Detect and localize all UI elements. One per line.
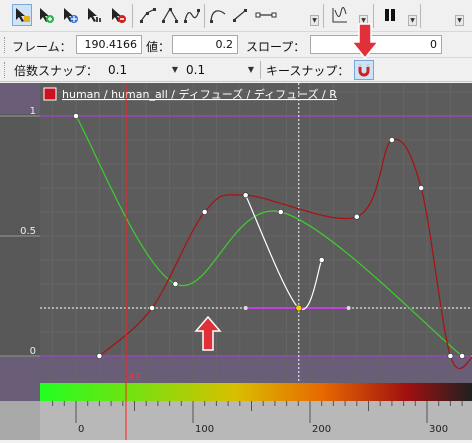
key-delete-tool-icon — [112, 8, 126, 23]
heat-bar-left-cap — [0, 383, 40, 401]
keyframe[interactable] — [73, 113, 79, 119]
graph-editor-toolbar: ▼ ▼ ▼ ▼ — [0, 0, 472, 32]
toolbar-separator — [420, 4, 421, 28]
tangent-step-button[interactable] — [254, 4, 278, 26]
chevron-down-icon: ▼ — [171, 65, 178, 74]
toolbar-separator — [323, 4, 324, 28]
key-value-bar: フレーム： 190.4166 値： 0.2 スロープ： 0 — [0, 32, 472, 58]
tangent-straight-button[interactable] — [230, 4, 250, 26]
x-tick-label: 100 — [195, 424, 214, 435]
y-tick-label: 0.5 — [20, 226, 36, 237]
keyframe[interactable] — [353, 213, 360, 220]
curve-graph[interactable]: 1 0.5 0 human / human_all / ディフューズ / ディフュー… — [0, 83, 472, 440]
annotation-down-arrow — [350, 23, 380, 60]
tangent-ease-button[interactable] — [208, 4, 228, 26]
selected-keyframe[interactable] — [295, 304, 303, 312]
value-heat-bar — [40, 383, 472, 401]
snap-y-value: 0.1 — [186, 63, 206, 77]
x-tick-label: 200 — [312, 424, 331, 435]
curve-path-label[interactable]: human / human_all / ディフューズ / ディフューズ / R — [62, 87, 337, 101]
time-ruler-corner — [0, 401, 40, 440]
tangent-spline-button[interactable] — [182, 4, 202, 26]
tangent-step-icon — [255, 12, 277, 18]
snap-y-select[interactable]: 0.1 ▼ — [186, 61, 256, 79]
y-tick-label: 0 — [30, 346, 36, 357]
snap-bar: 倍数スナップ： 0.1 ▼ 0.1 ▼ キースナップ： — [0, 58, 472, 82]
tangent-dropdown-button[interactable]: ▼ — [310, 15, 319, 26]
toolbar-separator — [260, 61, 261, 79]
toolbar-grip[interactable] — [4, 37, 8, 53]
key-move-tool-icon — [64, 8, 78, 23]
snap-x-value: 0.1 — [108, 63, 128, 77]
frame-field[interactable]: 190.4166 — [76, 35, 142, 54]
multiple-snap-label: 倍数スナップ： — [14, 64, 99, 78]
tangent-peak-button[interactable] — [160, 4, 180, 26]
keyframe[interactable] — [172, 281, 179, 287]
keyframe[interactable] — [242, 192, 249, 199]
key-add-tool-icon — [40, 8, 54, 23]
tangent-straight-icon — [233, 9, 247, 22]
key-delete-tool-button[interactable] — [108, 4, 128, 26]
value-label: 値： — [146, 40, 171, 54]
toolbar-separator — [204, 4, 205, 28]
key-add-tool-button[interactable] — [36, 4, 56, 26]
x-tick-label: 300 — [429, 424, 448, 435]
key-snap-label: キースナップ： — [266, 64, 350, 78]
curve-view-icon — [332, 7, 347, 23]
tangent-spline-icon — [184, 9, 200, 23]
toolbar-separator — [132, 4, 133, 28]
tangent-ease-icon — [210, 10, 226, 23]
key-scale-tool-icon — [88, 8, 101, 22]
pause-button[interactable] — [380, 4, 400, 26]
pause-dropdown-button[interactable]: ▼ — [408, 15, 417, 26]
graph-bottom-band — [0, 357, 472, 383]
pause-icon — [385, 9, 395, 21]
tangent-peak-icon — [162, 7, 178, 23]
keyframe[interactable] — [149, 305, 155, 311]
frame-label: フレーム： — [12, 40, 72, 54]
keyframe[interactable] — [201, 209, 208, 215]
toolbar-overflow-button[interactable]: ▼ — [455, 15, 464, 26]
curve-color-swatch — [43, 87, 57, 101]
chevron-down-icon: ▼ — [247, 65, 254, 74]
keyframe[interactable] — [96, 353, 103, 359]
tangent-linear-icon — [140, 8, 156, 23]
current-frame-label: 47 — [128, 372, 141, 383]
keyframe[interactable] — [277, 209, 284, 215]
key-select-tool-icon — [16, 8, 30, 22]
toolbar-grip[interactable] — [4, 62, 8, 78]
tangent-handle-point[interactable] — [346, 306, 351, 310]
curve-view-button[interactable] — [330, 4, 350, 26]
keyframe[interactable] — [447, 353, 454, 359]
tangent-handle-point[interactable] — [243, 306, 248, 310]
x-tick-label: 0 — [78, 424, 84, 435]
key-select-tool-button[interactable] — [12, 4, 32, 26]
slope-label: スロープ： — [246, 40, 306, 54]
keyframe[interactable] — [459, 353, 465, 359]
curve-graph-area[interactable]: 1 0.5 0 human / human_all / ディフューズ / ディフュー… — [0, 83, 472, 440]
time-ruler[interactable] — [0, 401, 472, 440]
key-scale-tool-button[interactable] — [84, 4, 104, 26]
keyframe[interactable] — [318, 257, 325, 263]
graph-plot-background — [40, 83, 472, 383]
y-tick-label: 1 — [30, 106, 36, 117]
snap-x-select[interactable]: 0.1 ▼ — [108, 61, 180, 79]
tangent-linear-button[interactable] — [138, 4, 158, 26]
keyframe[interactable] — [418, 185, 425, 191]
value-field[interactable]: 0.2 — [172, 35, 238, 54]
key-snap-toggle[interactable] — [354, 60, 374, 80]
magnet-icon — [358, 64, 370, 77]
key-move-tool-button[interactable] — [60, 4, 80, 26]
keyframe[interactable] — [388, 137, 395, 143]
